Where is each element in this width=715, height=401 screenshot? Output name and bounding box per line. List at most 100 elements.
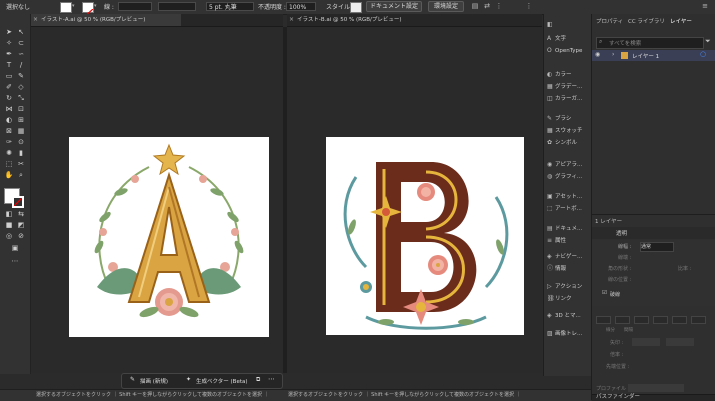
dash-input[interactable] bbox=[634, 316, 649, 324]
line-tool-icon[interactable]: / bbox=[16, 61, 26, 70]
panel-item[interactable]: ▦ グラデー... bbox=[547, 82, 582, 92]
panel-item[interactable]: ◈ 3D とマ... bbox=[547, 311, 581, 321]
panel-item[interactable]: ▷ アクション bbox=[547, 282, 582, 292]
panel-item[interactable]: ✿ シンボル bbox=[547, 138, 577, 148]
blend-mode-select[interactable]: 通常 bbox=[640, 242, 674, 252]
canvas-left[interactable]: ✎ 描画 (新規) ✦ 生成ベクター (Beta) ⧉ ⋯ bbox=[31, 27, 283, 389]
opacity-field[interactable]: 100% bbox=[286, 2, 316, 11]
more-options-icon[interactable]: ⋯ bbox=[268, 375, 275, 383]
graph-tool-icon[interactable]: ▮ bbox=[16, 149, 26, 158]
generate-vector-button[interactable]: 生成ベクター (Beta) bbox=[196, 377, 248, 385]
stroke-width-field[interactable] bbox=[118, 2, 152, 11]
panel-item[interactable]: ▤ ドキュメ... bbox=[547, 224, 582, 234]
rotate-tool-icon[interactable]: ↻ bbox=[4, 94, 14, 103]
artboard-b[interactable] bbox=[326, 137, 524, 335]
shape-builder-icon[interactable]: ◐ bbox=[4, 116, 14, 125]
panel-item[interactable]: ≡ 属性 bbox=[547, 236, 566, 246]
stroke-color-icon[interactable] bbox=[12, 196, 24, 208]
arrow-end-select[interactable] bbox=[666, 338, 694, 346]
expand-arrow-icon[interactable]: › bbox=[612, 51, 614, 58]
fill-swatch[interactable] bbox=[60, 2, 72, 13]
visibility-eye-icon[interactable]: ◉ bbox=[595, 51, 600, 58]
zoom-tool-icon[interactable]: ⌕ bbox=[16, 171, 26, 180]
brush-definition-field[interactable]: 5 pt. 丸筆 bbox=[206, 2, 254, 11]
perspective-grid-icon[interactable]: ⊞ bbox=[16, 116, 26, 125]
default-colors-icon[interactable]: ◧ bbox=[4, 210, 14, 219]
mesh-tool-icon[interactable]: ⊠ bbox=[4, 127, 14, 136]
symbol-sprayer-icon[interactable]: ✺ bbox=[4, 149, 14, 158]
eraser-icon[interactable]: ◇ bbox=[16, 83, 26, 92]
close-icon[interactable]: × bbox=[289, 14, 294, 26]
free-transform-icon[interactable]: ⊡ bbox=[16, 105, 26, 114]
slice-tool-icon[interactable]: ✂ bbox=[16, 160, 26, 169]
shaper-tool-icon[interactable]: ✐ bbox=[4, 83, 14, 92]
gap-input[interactable] bbox=[615, 316, 630, 324]
width-tool-icon[interactable]: ⋈ bbox=[4, 105, 14, 114]
magic-wand-icon[interactable]: ✧ bbox=[4, 39, 14, 48]
panel-item[interactable]: A 文字 bbox=[547, 34, 566, 44]
tab-layers[interactable]: レイヤー bbox=[670, 17, 692, 25]
preferences-button[interactable]: 環境設定 bbox=[428, 1, 464, 12]
filter-icon[interactable]: ⏷ bbox=[705, 37, 711, 46]
target-icon[interactable]: ○ bbox=[700, 50, 706, 58]
color-icon[interactable]: ■ bbox=[4, 221, 14, 230]
draw-new-button[interactable]: 描画 (新規) bbox=[140, 377, 168, 385]
panel-item[interactable]: ▦ スウォッチ bbox=[547, 126, 583, 136]
variable-width-field[interactable] bbox=[158, 2, 196, 11]
draw-mode-icon[interactable]: ◎ bbox=[4, 232, 14, 241]
edit-toolbar-icon[interactable]: ⋯ bbox=[10, 257, 20, 266]
tab-illustration-a[interactable]: × イラスト-A.ai @ 50 % (RGB/プレビュー) bbox=[31, 14, 181, 26]
dash-input[interactable] bbox=[672, 316, 687, 324]
dashed-line-checkbox[interactable]: ☑ bbox=[602, 290, 607, 296]
tab-cc-libraries[interactable]: CC ライブラリ bbox=[628, 17, 665, 25]
tab-properties[interactable]: プロパティ bbox=[596, 17, 623, 25]
task-bar-options-icon[interactable]: ⧉ bbox=[256, 376, 260, 384]
stroke-swatch[interactable] bbox=[82, 2, 94, 19]
eyedropper-icon[interactable]: ✑ bbox=[4, 138, 14, 147]
panel-menu-icon[interactable]: ≡ bbox=[700, 2, 710, 11]
panel-item[interactable]: ◈ ナビゲー... bbox=[547, 252, 582, 262]
canvas-right[interactable] bbox=[287, 27, 542, 373]
more-icon[interactable]: ⋮ bbox=[494, 2, 504, 11]
arrow-start-select[interactable] bbox=[632, 338, 660, 346]
arrange-icon[interactable]: ▤ bbox=[470, 2, 480, 11]
graphic-style-swatch[interactable] bbox=[350, 2, 362, 13]
panel-item[interactable]: ▣ アセット... bbox=[547, 192, 582, 202]
gap-input[interactable] bbox=[653, 316, 668, 324]
lasso-icon[interactable]: ⊂ bbox=[16, 39, 26, 48]
profile-select[interactable] bbox=[628, 384, 684, 392]
panel-item[interactable]: ✎ ブラシ bbox=[547, 114, 571, 124]
gradient-tool-icon[interactable]: ▦ bbox=[16, 127, 26, 136]
panel-item[interactable]: ◐ カラー bbox=[547, 70, 572, 80]
panel-item[interactable]: ◉ アピアラ... bbox=[547, 160, 582, 170]
panel-item[interactable]: ⓘ 情報 bbox=[547, 264, 566, 274]
transparency-title[interactable]: 透明 bbox=[616, 229, 627, 237]
type-tool-icon[interactable]: T bbox=[4, 61, 14, 70]
hand-tool-icon[interactable]: ✋ bbox=[4, 171, 14, 180]
rectangle-tool-icon[interactable]: ▭ bbox=[4, 72, 14, 81]
gap-input[interactable] bbox=[691, 316, 706, 324]
artboard-tool-icon[interactable]: ⬚ bbox=[4, 160, 14, 169]
swap-colors-icon[interactable]: ⇆ bbox=[16, 210, 26, 219]
direct-selection-tool-icon[interactable]: ↖ bbox=[16, 28, 26, 37]
gradient-icon[interactable]: ◩ bbox=[16, 221, 26, 230]
document-setup-button[interactable]: ドキュメント設定 bbox=[366, 1, 422, 12]
pathfinder-title[interactable]: パスファインダー bbox=[596, 392, 640, 400]
none-icon[interactable]: ⊘ bbox=[16, 232, 26, 241]
pen-tool-icon[interactable]: ✒ bbox=[4, 50, 14, 59]
panel-item[interactable]: ◫ カラーガ... bbox=[547, 94, 582, 104]
layer-row[interactable]: ◉ › レイヤー 1 ○ bbox=[592, 50, 715, 61]
tab-illustration-b[interactable]: × イラスト-B.ai @ 50 % (RGB/プレビュー) bbox=[287, 14, 437, 26]
panel-item[interactable]: O OpenType bbox=[547, 46, 582, 56]
panel-item[interactable]: ⬚ アートボ... bbox=[547, 204, 582, 214]
layer-search-field[interactable]: ⌕ すべてを検索 bbox=[596, 37, 704, 49]
screen-mode-icon[interactable]: ▣ bbox=[10, 244, 20, 253]
panel-item[interactable]: ▨ 画像トレ... bbox=[547, 329, 582, 339]
panel-item[interactable]: ◧ bbox=[547, 20, 555, 30]
chevron-down-icon[interactable]: ▾ bbox=[94, 3, 97, 9]
selection-tool-icon[interactable]: ➤ bbox=[4, 28, 14, 37]
scale-tool-icon[interactable]: ⤡ bbox=[16, 94, 26, 103]
paintbrush-icon[interactable]: ✎ bbox=[16, 72, 26, 81]
dash-input[interactable] bbox=[596, 316, 611, 324]
transform-icon[interactable]: ⇄ bbox=[482, 2, 492, 11]
